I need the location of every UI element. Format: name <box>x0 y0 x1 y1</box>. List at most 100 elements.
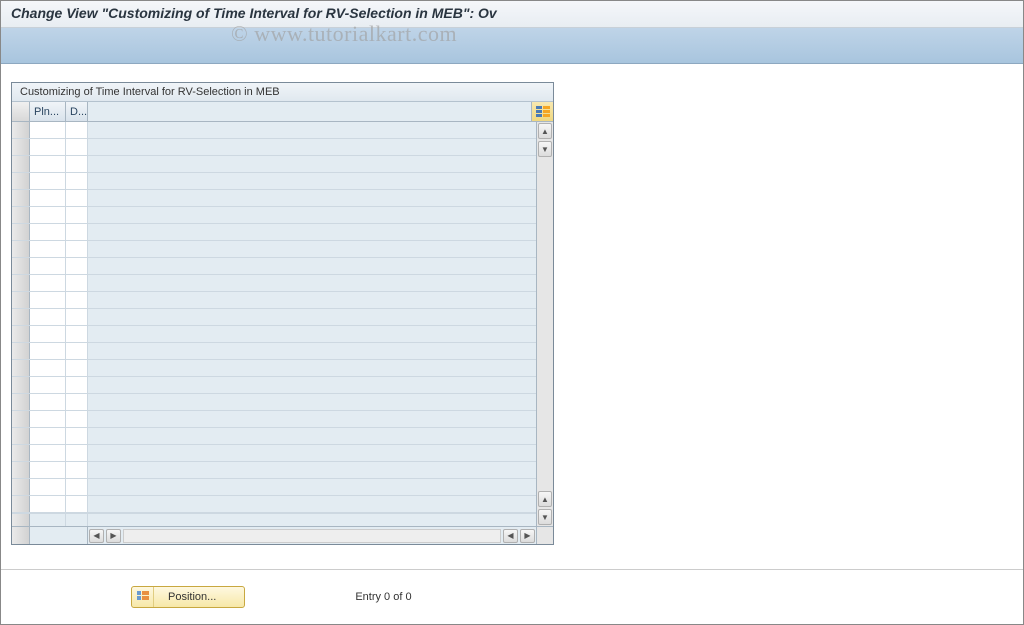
cell-d[interactable] <box>66 462 88 478</box>
table-row[interactable] <box>12 207 536 224</box>
table-row[interactable] <box>12 428 536 445</box>
row-selector[interactable] <box>12 343 30 359</box>
row-selector[interactable] <box>12 394 30 410</box>
table-row[interactable] <box>12 224 536 241</box>
column-header-pln[interactable]: Pln... <box>30 102 66 121</box>
scroll-right-button-end[interactable]: ▶ <box>520 529 535 543</box>
table-row[interactable] <box>12 241 536 258</box>
table-row[interactable] <box>12 326 536 343</box>
scroll-up-button-bottom[interactable]: ▲ <box>538 491 552 507</box>
row-selector[interactable] <box>12 309 30 325</box>
scroll-down-button-bottom[interactable]: ▼ <box>538 509 552 525</box>
table-row[interactable] <box>12 156 536 173</box>
table-row[interactable] <box>12 394 536 411</box>
cell-d[interactable] <box>66 428 88 444</box>
cell-d[interactable] <box>66 241 88 257</box>
cell-pln[interactable] <box>30 139 66 155</box>
cell-pln[interactable] <box>30 445 66 461</box>
row-selector[interactable] <box>12 122 30 138</box>
vertical-scrollbar[interactable]: ▲ ▼ ▲ ▼ <box>536 122 553 526</box>
row-selector[interactable] <box>12 445 30 461</box>
cell-d[interactable] <box>66 343 88 359</box>
cell-pln[interactable] <box>30 224 66 240</box>
cell-d[interactable] <box>66 326 88 342</box>
cell-pln[interactable] <box>30 241 66 257</box>
row-selector[interactable] <box>12 224 30 240</box>
row-selector[interactable] <box>12 275 30 291</box>
row-selector[interactable] <box>12 241 30 257</box>
cell-d[interactable] <box>66 173 88 189</box>
table-row[interactable] <box>12 462 536 479</box>
table-row[interactable] <box>12 479 536 496</box>
cell-d[interactable] <box>66 190 88 206</box>
cell-d[interactable] <box>66 445 88 461</box>
table-row[interactable] <box>12 411 536 428</box>
scroll-down-button[interactable]: ▼ <box>538 141 552 157</box>
cell-d[interactable] <box>66 122 88 138</box>
row-selector[interactable] <box>12 292 30 308</box>
row-selector[interactable] <box>12 326 30 342</box>
cell-d[interactable] <box>66 377 88 393</box>
cell-pln[interactable] <box>30 156 66 172</box>
cell-d[interactable] <box>66 479 88 495</box>
cell-d[interactable] <box>66 224 88 240</box>
row-selector[interactable] <box>12 377 30 393</box>
row-selector[interactable] <box>12 190 30 206</box>
cell-d[interactable] <box>66 275 88 291</box>
cell-pln[interactable] <box>30 377 66 393</box>
cell-d[interactable] <box>66 207 88 223</box>
table-row[interactable] <box>12 190 536 207</box>
row-selector[interactable] <box>12 411 30 427</box>
table-configure-button[interactable] <box>531 102 553 121</box>
row-selector[interactable] <box>12 496 30 512</box>
table-row[interactable] <box>12 309 536 326</box>
table-row[interactable] <box>12 173 536 190</box>
cell-pln[interactable] <box>30 462 66 478</box>
cell-pln[interactable] <box>30 411 66 427</box>
cell-pln[interactable] <box>30 360 66 376</box>
row-selector[interactable] <box>12 173 30 189</box>
cell-pln[interactable] <box>30 343 66 359</box>
table-row[interactable] <box>12 275 536 292</box>
row-selector[interactable] <box>12 139 30 155</box>
cell-d[interactable] <box>66 411 88 427</box>
cell-d[interactable] <box>66 156 88 172</box>
table-row[interactable] <box>12 496 536 513</box>
cell-pln[interactable] <box>30 496 66 512</box>
vertical-scroll-track[interactable] <box>537 158 553 490</box>
cell-pln[interactable] <box>30 428 66 444</box>
column-header-d[interactable]: D... <box>66 102 88 121</box>
row-selector[interactable] <box>12 428 30 444</box>
cell-pln[interactable] <box>30 190 66 206</box>
cell-pln[interactable] <box>30 309 66 325</box>
cell-d[interactable] <box>66 139 88 155</box>
cell-pln[interactable] <box>30 292 66 308</box>
cell-pln[interactable] <box>30 207 66 223</box>
position-button[interactable]: Position... <box>131 586 245 608</box>
table-row[interactable] <box>12 360 536 377</box>
table-row[interactable] <box>12 122 536 139</box>
table-row[interactable] <box>12 292 536 309</box>
cell-pln[interactable] <box>30 122 66 138</box>
cell-d[interactable] <box>66 360 88 376</box>
cell-pln[interactable] <box>30 275 66 291</box>
row-selector[interactable] <box>12 462 30 478</box>
row-selector[interactable] <box>12 360 30 376</box>
row-selector[interactable] <box>12 479 30 495</box>
horizontal-scroll-track[interactable] <box>123 529 501 543</box>
row-selector[interactable] <box>12 156 30 172</box>
cell-d[interactable] <box>66 496 88 512</box>
table-row[interactable] <box>12 445 536 462</box>
cell-pln[interactable] <box>30 479 66 495</box>
table-row[interactable] <box>12 377 536 394</box>
cell-d[interactable] <box>66 258 88 274</box>
table-row[interactable] <box>12 258 536 275</box>
row-selector[interactable] <box>12 258 30 274</box>
cell-pln[interactable] <box>30 326 66 342</box>
scroll-left-button-end[interactable]: ◀ <box>503 529 518 543</box>
cell-pln[interactable] <box>30 173 66 189</box>
cell-d[interactable] <box>66 309 88 325</box>
cell-d[interactable] <box>66 292 88 308</box>
scroll-right-button[interactable]: ▶ <box>106 529 121 543</box>
cell-d[interactable] <box>66 394 88 410</box>
